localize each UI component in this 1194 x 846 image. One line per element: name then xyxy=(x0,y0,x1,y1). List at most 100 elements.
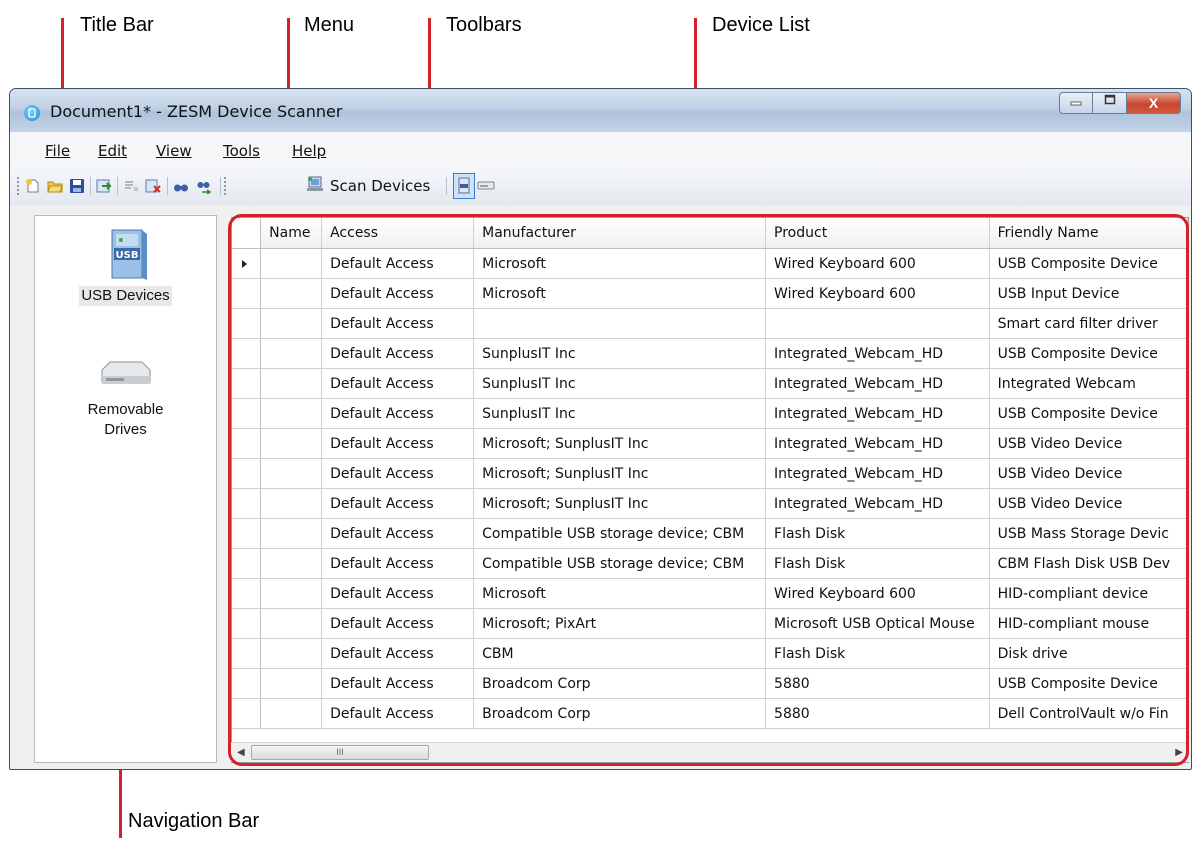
cell-manufacturer[interactable]: Compatible USB storage device; CBM xyxy=(473,518,767,549)
find-next-icon[interactable] xyxy=(196,178,212,195)
row-selector[interactable] xyxy=(232,398,262,429)
cell-access[interactable]: Default Access xyxy=(321,398,475,429)
cell-manufacturer[interactable]: Microsoft xyxy=(473,248,767,279)
cell-manufacturer[interactable]: SunplusIT Inc xyxy=(473,398,767,429)
cell-access[interactable]: Default Access xyxy=(321,518,475,549)
cell-product[interactable]: Integrated_Webcam_HD xyxy=(765,398,990,429)
cell-product[interactable] xyxy=(765,308,990,339)
menu-help[interactable]: Help xyxy=(292,142,326,160)
cell-name[interactable] xyxy=(260,458,323,489)
cell-product[interactable]: Flash Disk xyxy=(765,638,990,669)
row-selector[interactable] xyxy=(232,248,262,279)
cell-manufacturer[interactable]: SunplusIT Inc xyxy=(473,338,767,369)
menu-file[interactable]: File xyxy=(45,142,70,160)
delete-icon[interactable] xyxy=(145,178,161,194)
cell-friendly-name[interactable]: USB Video Device xyxy=(989,428,1188,459)
cell-product[interactable]: Integrated_Webcam_HD xyxy=(765,368,990,399)
cell-access[interactable]: Default Access xyxy=(321,578,475,609)
cell-name[interactable] xyxy=(260,518,323,549)
close-button[interactable]: X xyxy=(1127,92,1181,114)
cell-friendly-name[interactable]: Integrated Webcam xyxy=(989,368,1188,399)
cell-friendly-name[interactable]: USB Composite Device xyxy=(989,248,1188,279)
scrollbar-thumb[interactable]: III xyxy=(251,745,429,760)
cell-manufacturer[interactable]: Microsoft xyxy=(473,578,767,609)
cell-manufacturer[interactable]: Compatible USB storage device; CBM xyxy=(473,548,767,579)
cell-access[interactable]: Default Access xyxy=(321,308,475,339)
export-icon[interactable] xyxy=(96,178,112,194)
menu-edit[interactable]: Edit xyxy=(98,142,127,160)
drive-view-toggle[interactable] xyxy=(476,173,498,199)
cell-access[interactable]: Default Access xyxy=(321,338,475,369)
title-bar[interactable]: Document1* - ZESM Device Scanner X xyxy=(10,89,1191,132)
column-header-name[interactable]: Name xyxy=(260,218,323,249)
cell-manufacturer[interactable]: Microsoft; SunplusIT Inc xyxy=(473,428,767,459)
horizontal-scrollbar[interactable]: ◀ III ▶ xyxy=(231,742,1189,762)
table-row[interactable]: Default Access Microsoft; SunplusIT Inc In… xyxy=(232,428,1188,459)
menu-tools[interactable]: Tools xyxy=(223,142,260,160)
table-row[interactable]: Default Access Microsoft Wired Keyboard 60… xyxy=(232,578,1188,609)
cell-product[interactable]: Wired Keyboard 600 xyxy=(765,248,990,279)
cell-name[interactable] xyxy=(260,368,323,399)
cell-friendly-name[interactable]: USB Video Device xyxy=(989,458,1188,489)
row-selector[interactable] xyxy=(232,548,262,579)
cell-manufacturer[interactable]: Microsoft xyxy=(473,278,767,309)
cell-access[interactable]: Default Access xyxy=(321,698,475,729)
new-document-icon[interactable] xyxy=(25,178,41,194)
cell-name[interactable] xyxy=(260,308,323,339)
cell-friendly-name[interactable]: HID-compliant device xyxy=(989,578,1188,609)
row-selector[interactable] xyxy=(232,638,262,669)
menu-view[interactable]: View xyxy=(156,142,192,160)
cell-manufacturer[interactable]: SunplusIT Inc xyxy=(473,368,767,399)
cell-friendly-name[interactable]: Disk drive xyxy=(989,638,1188,669)
cell-access[interactable]: Default Access xyxy=(321,488,475,519)
find-icon[interactable] xyxy=(173,178,189,194)
cell-product[interactable]: Integrated_Webcam_HD xyxy=(765,428,990,459)
cell-friendly-name[interactable]: USB Mass Storage Devic xyxy=(989,518,1188,549)
table-row[interactable]: Default Access Microsoft; SunplusIT Inc In… xyxy=(232,458,1188,489)
cell-product[interactable]: Integrated_Webcam_HD xyxy=(765,488,990,519)
cell-name[interactable] xyxy=(260,608,323,639)
row-selector[interactable] xyxy=(232,368,262,399)
row-selector[interactable] xyxy=(232,458,262,489)
cell-name[interactable] xyxy=(260,338,323,369)
table-row[interactable]: Default Access Microsoft; PixArt Microsoft… xyxy=(232,608,1188,639)
row-selector[interactable] xyxy=(232,428,262,459)
cell-product[interactable]: Wired Keyboard 600 xyxy=(765,278,990,309)
cell-product[interactable]: Integrated_Webcam_HD xyxy=(765,338,990,369)
table-row[interactable]: Default Access Microsoft Wired Keyboard 60… xyxy=(232,248,1188,279)
scroll-right-icon[interactable]: ▶ xyxy=(1175,747,1183,758)
cell-product[interactable]: Integrated_Webcam_HD xyxy=(765,458,990,489)
cell-name[interactable] xyxy=(260,548,323,579)
cell-manufacturer[interactable]: CBM xyxy=(473,638,767,669)
cell-product[interactable]: Flash Disk xyxy=(765,518,990,549)
cell-product[interactable]: Wired Keyboard 600 xyxy=(765,578,990,609)
maximize-button[interactable] xyxy=(1093,92,1127,114)
cell-friendly-name[interactable]: HID-compliant mouse xyxy=(989,608,1188,639)
table-row[interactable]: Default Access Broadcom Corp 5880 USB Compo… xyxy=(232,668,1188,699)
column-header-product[interactable]: Product xyxy=(765,218,990,249)
cell-name[interactable] xyxy=(260,698,323,729)
cell-friendly-name[interactable]: USB Input Device xyxy=(989,278,1188,309)
cell-friendly-name[interactable]: USB Composite Device xyxy=(989,668,1188,699)
cell-manufacturer[interactable] xyxy=(473,308,767,339)
table-row[interactable]: Default Access SunplusIT Inc Integrated_We… xyxy=(232,338,1188,369)
column-header-access[interactable]: Access xyxy=(321,218,475,249)
cell-product[interactable]: 5880 xyxy=(765,698,990,729)
table-row[interactable]: Default Access Compatible USB storage dev… xyxy=(232,518,1188,549)
column-header-friendly-name[interactable]: Friendly Name xyxy=(989,218,1188,249)
save-icon[interactable] xyxy=(69,178,85,194)
cell-product[interactable]: Flash Disk xyxy=(765,548,990,579)
row-selector[interactable] xyxy=(232,338,262,369)
cell-friendly-name[interactable]: Dell ControlVault w/o Fin xyxy=(989,698,1188,729)
cell-name[interactable] xyxy=(260,578,323,609)
cell-name[interactable] xyxy=(260,488,323,519)
row-selector[interactable] xyxy=(232,668,262,699)
column-header-manufacturer[interactable]: Manufacturer xyxy=(473,218,767,249)
cell-name[interactable] xyxy=(260,398,323,429)
table-row[interactable]: Default Access Compatible USB storage dev… xyxy=(232,548,1188,579)
cell-friendly-name[interactable]: Smart card filter driver xyxy=(989,308,1188,339)
cell-manufacturer[interactable]: Broadcom Corp xyxy=(473,668,767,699)
row-selector[interactable] xyxy=(232,578,262,609)
row-selector[interactable] xyxy=(232,278,262,309)
minimize-button[interactable] xyxy=(1059,92,1093,114)
